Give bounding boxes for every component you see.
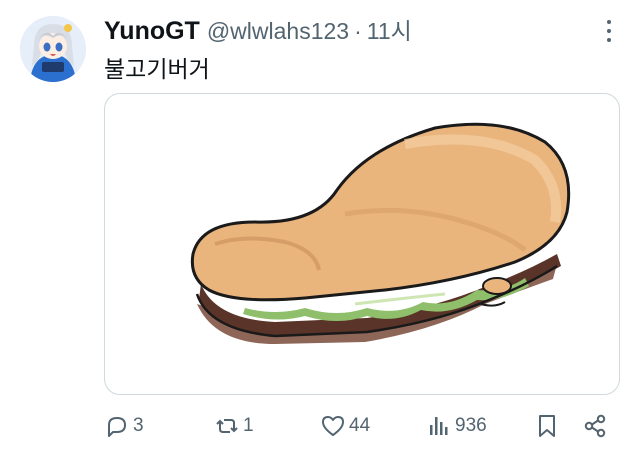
views-bar-icon bbox=[430, 417, 448, 435]
post-time[interactable]: 11시 bbox=[367, 12, 412, 46]
repost-icon bbox=[216, 419, 238, 433]
avatar[interactable] bbox=[20, 16, 86, 82]
post-text: 불고기버거 bbox=[104, 56, 210, 82]
reply-icon bbox=[108, 417, 126, 437]
more-options-button[interactable] bbox=[598, 20, 620, 44]
share-button[interactable] bbox=[582, 408, 608, 444]
like-count: 44 bbox=[349, 415, 371, 436]
repost-count: 1 bbox=[243, 415, 254, 436]
bookmark-button[interactable] bbox=[534, 408, 560, 444]
like-button[interactable]: 44 bbox=[320, 408, 370, 444]
post-actions: 3 1 44 936 bbox=[104, 408, 620, 444]
reply-button[interactable]: 3 bbox=[104, 408, 144, 444]
share-icon bbox=[584, 414, 606, 438]
burger-drawing-image bbox=[190, 122, 571, 344]
views-count: 936 bbox=[455, 415, 487, 436]
heart-icon bbox=[322, 416, 344, 436]
views-button[interactable]: 936 bbox=[426, 408, 487, 444]
separator-dot: · bbox=[354, 18, 362, 44]
repost-button[interactable]: 1 bbox=[214, 408, 254, 444]
author-handle[interactable]: @wlwlahs123 bbox=[207, 18, 349, 45]
author-name[interactable]: YunoGT bbox=[104, 17, 200, 46]
post-header: YunoGT @wlwlahs123 · 11시 bbox=[104, 12, 600, 46]
more-vertical-icon bbox=[598, 20, 620, 42]
reply-count: 3 bbox=[133, 415, 144, 436]
avatar-image bbox=[20, 16, 86, 82]
post-media[interactable] bbox=[104, 93, 620, 395]
bookmark-icon bbox=[539, 415, 555, 437]
